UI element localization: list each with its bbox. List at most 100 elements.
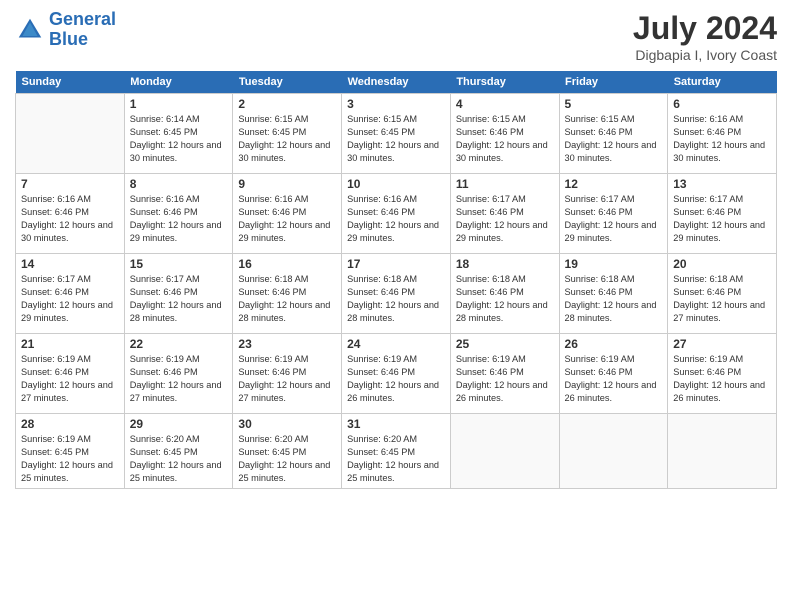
cell-content: Sunrise: 6:20 AMSunset: 6:45 PMDaylight:…	[347, 433, 445, 485]
date-number: 14	[21, 257, 119, 271]
calendar-cell: 5 Sunrise: 6:15 AMSunset: 6:46 PMDayligh…	[559, 94, 668, 174]
logo-blue: Blue	[49, 29, 88, 49]
date-number: 3	[347, 97, 445, 111]
week-row-4: 28 Sunrise: 6:19 AMSunset: 6:45 PMDaylig…	[16, 414, 777, 489]
calendar-cell: 25 Sunrise: 6:19 AMSunset: 6:46 PMDaylig…	[450, 334, 559, 414]
calendar-cell: 21 Sunrise: 6:19 AMSunset: 6:46 PMDaylig…	[16, 334, 125, 414]
date-number: 18	[456, 257, 554, 271]
calendar-cell: 23 Sunrise: 6:19 AMSunset: 6:46 PMDaylig…	[233, 334, 342, 414]
date-number: 17	[347, 257, 445, 271]
cell-content: Sunrise: 6:14 AMSunset: 6:45 PMDaylight:…	[130, 113, 228, 165]
calendar-cell	[559, 414, 668, 489]
cell-content: Sunrise: 6:15 AMSunset: 6:45 PMDaylight:…	[347, 113, 445, 165]
date-number: 23	[238, 337, 336, 351]
calendar-cell: 31 Sunrise: 6:20 AMSunset: 6:45 PMDaylig…	[342, 414, 451, 489]
calendar-cell: 22 Sunrise: 6:19 AMSunset: 6:46 PMDaylig…	[124, 334, 233, 414]
logo-general: General	[49, 9, 116, 29]
calendar-cell: 3 Sunrise: 6:15 AMSunset: 6:45 PMDayligh…	[342, 94, 451, 174]
date-number: 19	[565, 257, 663, 271]
date-number: 7	[21, 177, 119, 191]
cell-content: Sunrise: 6:20 AMSunset: 6:45 PMDaylight:…	[238, 433, 336, 485]
calendar-cell: 11 Sunrise: 6:17 AMSunset: 6:46 PMDaylig…	[450, 174, 559, 254]
cell-content: Sunrise: 6:15 AMSunset: 6:46 PMDaylight:…	[565, 113, 663, 165]
calendar-cell: 16 Sunrise: 6:18 AMSunset: 6:46 PMDaylig…	[233, 254, 342, 334]
calendar-cell: 8 Sunrise: 6:16 AMSunset: 6:46 PMDayligh…	[124, 174, 233, 254]
location: Digbapia I, Ivory Coast	[633, 47, 777, 63]
cell-content: Sunrise: 6:15 AMSunset: 6:46 PMDaylight:…	[456, 113, 554, 165]
cell-content: Sunrise: 6:20 AMSunset: 6:45 PMDaylight:…	[130, 433, 228, 485]
calendar-cell: 17 Sunrise: 6:18 AMSunset: 6:46 PMDaylig…	[342, 254, 451, 334]
calendar-cell: 7 Sunrise: 6:16 AMSunset: 6:46 PMDayligh…	[16, 174, 125, 254]
header: General Blue July 2024 Digbapia I, Ivory…	[15, 10, 777, 63]
date-number: 12	[565, 177, 663, 191]
cell-content: Sunrise: 6:17 AMSunset: 6:46 PMDaylight:…	[21, 273, 119, 325]
date-number: 1	[130, 97, 228, 111]
title-block: July 2024 Digbapia I, Ivory Coast	[633, 10, 777, 63]
cell-content: Sunrise: 6:16 AMSunset: 6:46 PMDaylight:…	[238, 193, 336, 245]
cell-content: Sunrise: 6:18 AMSunset: 6:46 PMDaylight:…	[238, 273, 336, 325]
cell-content: Sunrise: 6:19 AMSunset: 6:46 PMDaylight:…	[565, 353, 663, 405]
logo-icon	[15, 15, 45, 45]
date-number: 30	[238, 417, 336, 431]
calendar-cell	[668, 414, 777, 489]
logo-text: General Blue	[49, 10, 116, 50]
calendar-cell: 2 Sunrise: 6:15 AMSunset: 6:45 PMDayligh…	[233, 94, 342, 174]
day-header-friday: Friday	[559, 71, 668, 94]
cell-content: Sunrise: 6:19 AMSunset: 6:46 PMDaylight:…	[21, 353, 119, 405]
calendar-cell	[16, 94, 125, 174]
week-row-2: 14 Sunrise: 6:17 AMSunset: 6:46 PMDaylig…	[16, 254, 777, 334]
date-number: 26	[565, 337, 663, 351]
cell-content: Sunrise: 6:18 AMSunset: 6:46 PMDaylight:…	[347, 273, 445, 325]
calendar-cell: 12 Sunrise: 6:17 AMSunset: 6:46 PMDaylig…	[559, 174, 668, 254]
calendar-cell: 15 Sunrise: 6:17 AMSunset: 6:46 PMDaylig…	[124, 254, 233, 334]
date-number: 6	[673, 97, 771, 111]
calendar-cell: 4 Sunrise: 6:15 AMSunset: 6:46 PMDayligh…	[450, 94, 559, 174]
page: General Blue July 2024 Digbapia I, Ivory…	[0, 0, 792, 612]
date-number: 16	[238, 257, 336, 271]
date-number: 9	[238, 177, 336, 191]
month-year: July 2024	[633, 10, 777, 47]
logo: General Blue	[15, 10, 116, 50]
calendar-cell: 9 Sunrise: 6:16 AMSunset: 6:46 PMDayligh…	[233, 174, 342, 254]
calendar-cell: 29 Sunrise: 6:20 AMSunset: 6:45 PMDaylig…	[124, 414, 233, 489]
date-number: 8	[130, 177, 228, 191]
date-number: 21	[21, 337, 119, 351]
date-number: 15	[130, 257, 228, 271]
date-number: 29	[130, 417, 228, 431]
date-number: 13	[673, 177, 771, 191]
calendar-cell: 18 Sunrise: 6:18 AMSunset: 6:46 PMDaylig…	[450, 254, 559, 334]
date-number: 24	[347, 337, 445, 351]
calendar-cell: 1 Sunrise: 6:14 AMSunset: 6:45 PMDayligh…	[124, 94, 233, 174]
calendar-cell: 13 Sunrise: 6:17 AMSunset: 6:46 PMDaylig…	[668, 174, 777, 254]
cell-content: Sunrise: 6:18 AMSunset: 6:46 PMDaylight:…	[565, 273, 663, 325]
cell-content: Sunrise: 6:16 AMSunset: 6:46 PMDaylight:…	[673, 113, 771, 165]
date-number: 27	[673, 337, 771, 351]
week-row-0: 1 Sunrise: 6:14 AMSunset: 6:45 PMDayligh…	[16, 94, 777, 174]
date-number: 2	[238, 97, 336, 111]
week-row-1: 7 Sunrise: 6:16 AMSunset: 6:46 PMDayligh…	[16, 174, 777, 254]
day-header-saturday: Saturday	[668, 71, 777, 94]
date-number: 28	[21, 417, 119, 431]
cell-content: Sunrise: 6:17 AMSunset: 6:46 PMDaylight:…	[130, 273, 228, 325]
day-header-wednesday: Wednesday	[342, 71, 451, 94]
date-number: 20	[673, 257, 771, 271]
cell-content: Sunrise: 6:16 AMSunset: 6:46 PMDaylight:…	[130, 193, 228, 245]
cell-content: Sunrise: 6:17 AMSunset: 6:46 PMDaylight:…	[565, 193, 663, 245]
calendar-cell: 10 Sunrise: 6:16 AMSunset: 6:46 PMDaylig…	[342, 174, 451, 254]
calendar-cell: 30 Sunrise: 6:20 AMSunset: 6:45 PMDaylig…	[233, 414, 342, 489]
cell-content: Sunrise: 6:19 AMSunset: 6:46 PMDaylight:…	[456, 353, 554, 405]
calendar-cell: 28 Sunrise: 6:19 AMSunset: 6:45 PMDaylig…	[16, 414, 125, 489]
cell-content: Sunrise: 6:19 AMSunset: 6:45 PMDaylight:…	[21, 433, 119, 485]
calendar-cell: 26 Sunrise: 6:19 AMSunset: 6:46 PMDaylig…	[559, 334, 668, 414]
calendar-cell: 19 Sunrise: 6:18 AMSunset: 6:46 PMDaylig…	[559, 254, 668, 334]
cell-content: Sunrise: 6:16 AMSunset: 6:46 PMDaylight:…	[21, 193, 119, 245]
cell-content: Sunrise: 6:18 AMSunset: 6:46 PMDaylight:…	[456, 273, 554, 325]
calendar-cell	[450, 414, 559, 489]
cell-content: Sunrise: 6:18 AMSunset: 6:46 PMDaylight:…	[673, 273, 771, 325]
date-number: 31	[347, 417, 445, 431]
cell-content: Sunrise: 6:19 AMSunset: 6:46 PMDaylight:…	[673, 353, 771, 405]
calendar-cell: 20 Sunrise: 6:18 AMSunset: 6:46 PMDaylig…	[668, 254, 777, 334]
date-number: 10	[347, 177, 445, 191]
calendar-cell: 6 Sunrise: 6:16 AMSunset: 6:46 PMDayligh…	[668, 94, 777, 174]
date-number: 4	[456, 97, 554, 111]
